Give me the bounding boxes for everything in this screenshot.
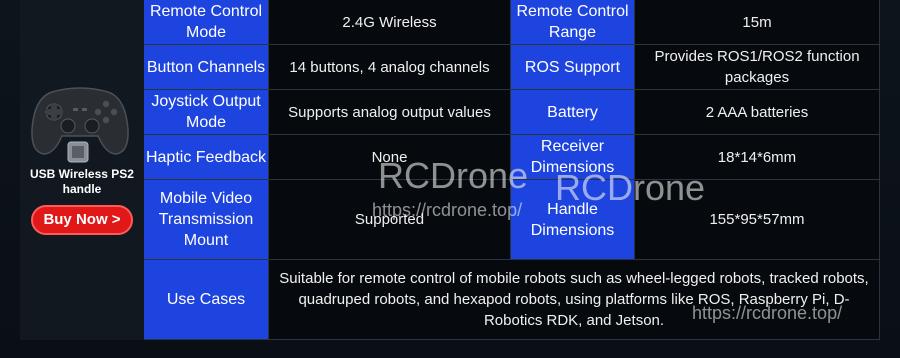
- mobile-video-mount-value: Supported: [269, 180, 511, 260]
- use-cases-label: Use Cases: [144, 260, 269, 340]
- use-cases-value: Suitable for remote control of mobile ro…: [269, 260, 880, 340]
- receiver-dimensions-label: Receiver Dimensions: [511, 135, 635, 180]
- joystick-output-value: Supports analog output values: [269, 90, 511, 135]
- buy-now-button[interactable]: Buy Now >: [31, 205, 133, 235]
- haptic-feedback-value: None: [269, 135, 511, 180]
- battery-label: Battery: [511, 90, 635, 135]
- ros-support-label: ROS Support: [511, 45, 635, 90]
- mobile-video-mount-label: Mobile Video Transmission Mount: [144, 180, 269, 260]
- joystick-output-label: Joystick Output Mode: [144, 90, 269, 135]
- ros-support-value: Provides ROS1/ROS2 function packages: [635, 45, 880, 90]
- receiver-dimensions-value: 18*14*6mm: [635, 135, 880, 180]
- product-name: USB Wireless PS2 handle: [30, 167, 134, 196]
- haptic-feedback-label: Haptic Feedback: [144, 135, 269, 180]
- remote-control-range-value: 15m: [635, 0, 880, 45]
- remote-control-mode-value: 2.4G Wireless: [269, 0, 511, 45]
- handle-dimensions-value: 155*95*57mm: [635, 180, 880, 260]
- usb-receiver-icon: [67, 141, 89, 163]
- battery-value: 2 AAA batteries: [635, 90, 880, 135]
- handle-dimensions-label: Handle Dimensions: [511, 180, 635, 260]
- button-channels-value: 14 buttons, 4 analog channels: [269, 45, 511, 90]
- remote-control-range-label: Remote Control Range: [511, 0, 635, 45]
- button-channels-label: Button Channels: [144, 45, 269, 90]
- spec-table: Remote Control Mode 2.4G Wireless Remote…: [144, 0, 880, 340]
- remote-control-mode-label: Remote Control Mode: [144, 0, 269, 45]
